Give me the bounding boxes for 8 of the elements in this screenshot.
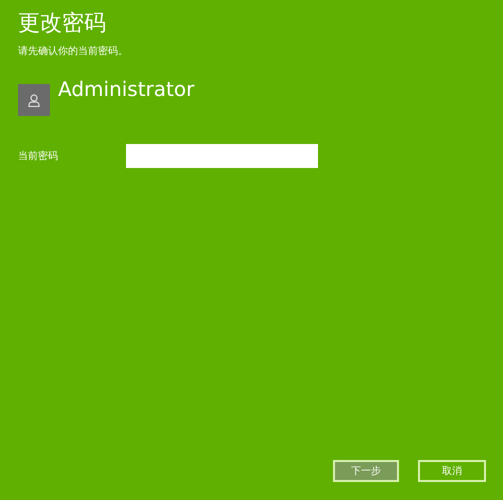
user-icon bbox=[28, 94, 40, 106]
cancel-button[interactable]: 取消 bbox=[418, 460, 486, 482]
account-name: Administrator bbox=[58, 78, 194, 100]
instruction-text: 请先确认你的当前密码。 bbox=[18, 44, 129, 58]
dialog-title: 更改密码 bbox=[18, 10, 107, 38]
next-button[interactable]: 下一步 bbox=[333, 460, 399, 482]
field-label: 当前密码 bbox=[18, 150, 59, 163]
password-field[interactable] bbox=[126, 144, 318, 168]
